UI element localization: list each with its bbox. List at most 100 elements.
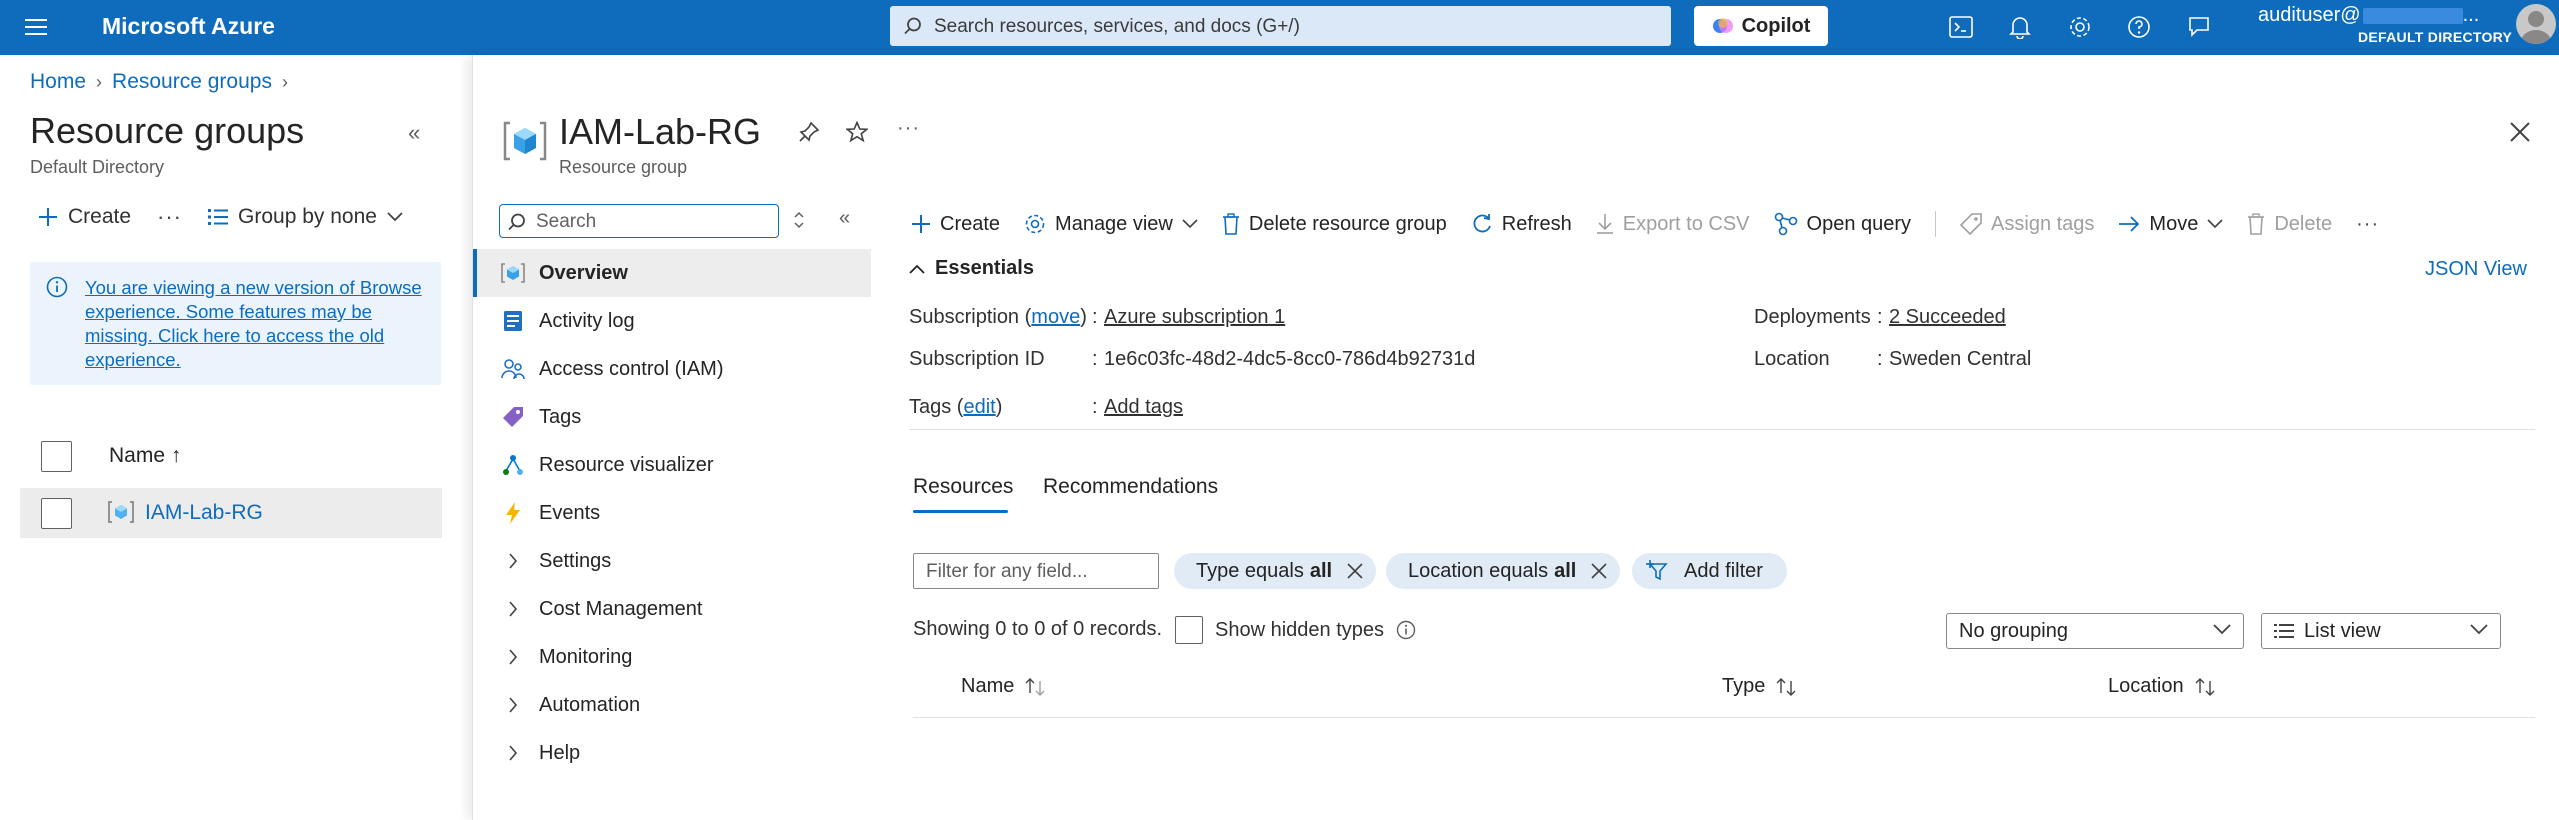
menu-item-access-control[interactable]: Access control (IAM) [473, 345, 871, 393]
refresh-icon [1473, 214, 1491, 233]
info-banner[interactable]: You are viewing a new version of Browse … [30, 262, 441, 385]
more-options-button[interactable]: ··· [157, 204, 182, 230]
trash-icon [2248, 213, 2265, 235]
delete-resource-group-button[interactable]: Delete resource group [1222, 213, 1447, 236]
menu-group-help[interactable]: Help [473, 729, 871, 777]
menu-item-tags[interactable]: Tags [473, 393, 871, 441]
show-hidden-checkbox[interactable] [1175, 616, 1203, 644]
create-button[interactable]: Create [38, 205, 131, 229]
arrow-right-icon [2119, 216, 2140, 232]
cloud-shell-button[interactable] [1946, 12, 1976, 42]
query-icon [1774, 212, 1797, 236]
move-link[interactable]: move [1031, 306, 1080, 328]
close-icon[interactable] [1346, 562, 1364, 580]
subscription-link[interactable]: Azure subscription 1 [1104, 306, 1285, 329]
chevron-right-icon [501, 549, 525, 573]
list-item[interactable]: IAM-Lab-RG [20, 488, 442, 538]
plus-icon [39, 208, 57, 226]
chevron-down-icon [2213, 624, 2231, 635]
collapse-menu-button[interactable]: « [839, 207, 850, 230]
create-button[interactable]: Create [911, 213, 1000, 236]
help-button[interactable] [2124, 12, 2154, 42]
chevron-down-icon [387, 212, 403, 222]
menu-group-settings[interactable]: Settings [473, 537, 871, 585]
collapse-button[interactable]: « [408, 120, 420, 146]
gear-icon [1025, 214, 1045, 234]
chevron-up-icon [909, 264, 925, 274]
avatar[interactable] [2516, 4, 2556, 44]
brand-link[interactable]: Microsoft Azure [102, 13, 275, 40]
column-header-location[interactable]: Location [2108, 675, 2216, 698]
tab-recommendations[interactable]: Recommendations [1043, 475, 1218, 499]
divider [909, 429, 2535, 430]
menu-item-resource-visualizer[interactable]: Resource visualizer [473, 441, 871, 489]
column-header-name[interactable]: Name [961, 675, 1046, 698]
active-tab-indicator [913, 510, 1008, 513]
menu-group-automation[interactable]: Automation [473, 681, 871, 729]
settings-button[interactable] [2065, 12, 2095, 42]
divider [913, 717, 2535, 718]
refresh-button[interactable]: Refresh [1471, 213, 1572, 236]
essentials-toggle[interactable]: Essentials [909, 257, 1034, 280]
column-name-header[interactable]: Name ↑ [109, 444, 181, 468]
close-icon[interactable] [1590, 562, 1608, 580]
account-name[interactable]: audituser@... [2258, 4, 2479, 27]
tab-resources[interactable]: Resources [913, 475, 1013, 499]
info-icon[interactable] [1396, 620, 1416, 640]
type-filter-pill[interactable]: Type equals all [1174, 553, 1377, 589]
close-icon[interactable] [2509, 121, 2531, 143]
column-header-type[interactable]: Type [1722, 675, 1797, 698]
resource-group-icon [108, 500, 134, 524]
menu-group-cost-management[interactable]: Cost Management [473, 585, 871, 633]
view-dropdown[interactable]: List view [2261, 613, 2501, 649]
resource-group-link[interactable]: IAM-Lab-RG [145, 501, 263, 525]
activity-log-icon [501, 309, 525, 333]
top-bar: Microsoft Azure Search resources, servic… [0, 0, 2559, 55]
menu-search-input[interactable]: Search [499, 204, 779, 238]
assign-tags-button[interactable]: Assign tags [1960, 213, 2094, 236]
location-filter-pill[interactable]: Location equals all [1386, 553, 1621, 589]
more-commands-button[interactable]: ··· [2356, 213, 2379, 236]
star-icon[interactable] [846, 121, 868, 143]
location-label: Location [1754, 348, 1830, 370]
chevron-right-icon [501, 645, 525, 669]
menu-group-monitoring[interactable]: Monitoring [473, 633, 871, 681]
tags-label: Tags (edit) [909, 396, 1003, 418]
json-view-link[interactable]: JSON View [2425, 258, 2527, 281]
deployments-link[interactable]: 2 Succeeded [1889, 306, 2006, 329]
pin-icon[interactable] [798, 121, 820, 143]
info-banner-link[interactable]: You are viewing a new version of Browse … [85, 276, 425, 372]
breadcrumb-home[interactable]: Home [30, 70, 86, 94]
add-tags-link[interactable]: Add tags [1104, 396, 1183, 419]
group-by-dropdown[interactable]: Group by none [208, 205, 403, 229]
export-csv-button[interactable]: Export to CSV [1596, 213, 1750, 236]
show-hidden-types-toggle[interactable]: Show hidden types [1175, 616, 1416, 644]
add-filter-button[interactable]: Add filter [1632, 553, 1787, 589]
chevron-down-icon [2470, 624, 2488, 635]
breadcrumb-resource-groups[interactable]: Resource groups [112, 70, 272, 94]
row-checkbox[interactable] [41, 498, 72, 529]
bell-icon [2009, 17, 2031, 39]
redacted-text [2362, 7, 2463, 24]
move-button[interactable]: Move [2118, 213, 2223, 236]
copilot-button[interactable]: Copilot [1694, 6, 1828, 46]
notifications-button[interactable] [2005, 12, 2035, 42]
open-query-button[interactable]: Open query [1774, 212, 1911, 236]
sort-icon[interactable] [793, 210, 805, 230]
resource-group-blade: IAM-Lab-RG Resource group ··· Search « O… [472, 55, 2559, 820]
resource-group-icon [501, 261, 525, 285]
more-options-button[interactable]: ··· [897, 117, 920, 140]
separator-colon: : [1877, 306, 1883, 328]
menu-item-overview[interactable]: Overview [473, 249, 871, 297]
feedback-button[interactable] [2184, 12, 2214, 42]
global-search-input[interactable]: Search resources, services, and docs (G+… [890, 6, 1671, 46]
edit-tags-link[interactable]: edit [963, 396, 995, 418]
grouping-dropdown[interactable]: No grouping [1946, 613, 2244, 649]
delete-button[interactable]: Delete [2247, 213, 2332, 236]
manage-view-button[interactable]: Manage view [1024, 213, 1198, 236]
filter-input[interactable]: Filter for any field... [913, 553, 1159, 589]
menu-item-activity-log[interactable]: Activity log [473, 297, 871, 345]
select-all-checkbox[interactable] [41, 441, 72, 472]
menu-item-events[interactable]: Events [473, 489, 871, 537]
portal-menu-button[interactable] [18, 12, 54, 42]
